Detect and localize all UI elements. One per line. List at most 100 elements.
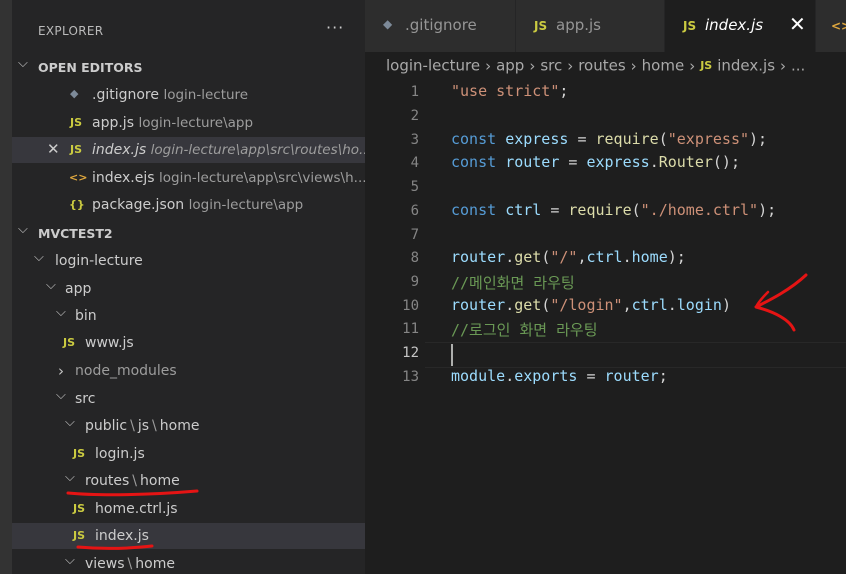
tree-file-index-js[interactable]: JS index.js xyxy=(12,523,365,549)
line-number: 10 xyxy=(402,298,419,314)
tree-folder-node-modules[interactable]: › node_modules xyxy=(12,358,365,384)
line-number: 13 xyxy=(402,369,419,385)
breadcrumb-item[interactable]: login-lecture xyxy=(386,57,480,75)
tree-file-www[interactable]: JS www.js xyxy=(12,330,365,356)
line-number: 11 xyxy=(402,321,419,337)
breadcrumb-item[interactable]: app xyxy=(496,57,524,75)
line-number: 1 xyxy=(410,84,419,100)
code-line: const express = require("express"); xyxy=(451,130,768,148)
open-editor-item-active[interactable]: ✕ JS index.js login-lecture\app\src\rout… xyxy=(12,137,365,163)
tree-folder-app[interactable]: ⌵ app xyxy=(12,276,365,302)
current-line-highlight xyxy=(425,342,846,368)
tree-folder-views-home[interactable]: ⌵ views \ home xyxy=(12,551,365,574)
open-editor-name: index.js xyxy=(92,142,147,158)
code-line: router.get("/login",ctrl.login) xyxy=(451,296,731,314)
chevron-right-icon: › xyxy=(780,56,787,75)
chevron-down-icon: ⌵ xyxy=(65,553,75,568)
open-editor-name: package.json xyxy=(92,197,185,213)
ejs-file-icon: <> xyxy=(69,171,88,184)
js-file-icon: JS xyxy=(73,529,86,542)
tab-gitignore[interactable]: ◆ .gitignore xyxy=(365,0,516,52)
tab-label: .gitignore xyxy=(405,16,477,34)
breadcrumb-item[interactable]: home xyxy=(642,57,685,75)
folder-label: bin xyxy=(75,308,97,324)
file-label: index.js xyxy=(95,528,149,544)
js-file-icon: JS xyxy=(683,19,697,33)
breadcrumb-more[interactable]: ... xyxy=(791,57,805,75)
tree-folder-public-js-home[interactable]: ⌵ public \ js \ home xyxy=(12,413,365,439)
chevron-down-icon: ⌵ xyxy=(34,250,44,265)
breadcrumb-item[interactable]: routes xyxy=(578,57,625,75)
chevron-down-icon: ⌵ xyxy=(18,222,28,237)
open-editor-item[interactable]: ◆ .gitignore login-lecture xyxy=(12,82,365,108)
tab-label: index.js xyxy=(705,16,764,34)
open-editors-section[interactable]: ⌵ OPEN EDITORS xyxy=(12,54,365,80)
tree-folder-bin[interactable]: ⌵ bin xyxy=(12,303,365,329)
open-editor-path: login-lecture\app\src\views\h... xyxy=(159,170,365,186)
explorer-sidebar: EXPLORER ··· ⌵ OPEN EDITORS ◆ .gitignore… xyxy=(12,0,365,574)
folder-label: login-lecture xyxy=(55,253,143,269)
chevron-right-icon: › xyxy=(485,56,492,75)
close-icon[interactable]: ✕ xyxy=(47,140,60,158)
tab-bar: ◆ .gitignore JS app.js JS index.js ✕ <> xyxy=(365,0,846,52)
js-file-icon: JS xyxy=(700,59,713,72)
open-editor-item[interactable]: <> index.ejs login-lecture\app\src\views… xyxy=(12,165,365,191)
breadcrumb-item[interactable]: src xyxy=(540,57,562,75)
folder-label: app xyxy=(65,281,92,297)
file-label: home.ctrl.js xyxy=(95,501,178,517)
code-line: //로그인 화면 라우팅 xyxy=(451,321,598,339)
open-editor-name: .gitignore xyxy=(92,87,159,103)
chevron-down-icon: ⌵ xyxy=(46,278,56,293)
tree-folder-routes-home[interactable]: ⌵ routes \ home xyxy=(12,468,365,494)
file-label: login.js xyxy=(95,446,145,462)
line-number: 9 xyxy=(410,274,419,290)
open-editor-item[interactable]: {} package.json login-lecture\app xyxy=(12,192,365,218)
tree-file-home-ctrl[interactable]: JS home.ctrl.js xyxy=(12,496,365,522)
tree-file-login-js[interactable]: JS login.js xyxy=(12,441,365,467)
close-icon[interactable]: ✕ xyxy=(789,12,806,36)
code-line: const router = express.Router(); xyxy=(451,153,740,171)
line-number: 6 xyxy=(410,203,419,219)
workspace-section[interactable]: ⌵ MVCTEST2 xyxy=(12,220,365,246)
git-file-icon: ◆ xyxy=(383,17,393,31)
open-editor-name: index.ejs xyxy=(92,170,155,186)
tab-index-js[interactable]: JS index.js ✕ xyxy=(665,0,816,52)
folder-label: home xyxy=(159,418,200,434)
explorer-title: EXPLORER xyxy=(38,24,104,38)
open-editors-label: OPEN EDITORS xyxy=(38,60,143,75)
js-file-icon: JS xyxy=(534,19,548,33)
code-line: "use strict"; xyxy=(451,82,569,100)
folder-label: routes xyxy=(85,473,130,489)
chevron-right-icon: › xyxy=(529,56,536,75)
breadcrumb: login-lecture › app › src › routes › home › JS inde… xyxy=(386,56,805,80)
breadcrumb-file[interactable]: index.js xyxy=(717,57,775,75)
folder-label: home xyxy=(135,556,175,572)
tree-folder-login-lecture[interactable]: ⌵ login-lecture xyxy=(12,248,365,274)
workspace-label: MVCTEST2 xyxy=(38,226,113,241)
folder-label: home xyxy=(140,473,180,489)
folder-label: public xyxy=(85,418,128,434)
tab-label: app.js xyxy=(556,16,601,34)
file-label: www.js xyxy=(85,335,134,351)
git-file-icon: ◆ xyxy=(70,87,79,100)
code-editor[interactable]: 1 2 3 4 5 6 7 8 9 10 11 12 13 "use stric… xyxy=(365,80,846,574)
more-actions-icon[interactable]: ··· xyxy=(326,18,344,37)
open-editor-name: app.js xyxy=(92,115,134,131)
js-file-icon: JS xyxy=(63,336,76,349)
open-editor-path: login-lecture\app xyxy=(188,197,304,213)
open-editor-item[interactable]: JS app.js login-lecture\app xyxy=(12,110,365,136)
line-number: 3 xyxy=(410,132,419,148)
line-number-current: 12 xyxy=(402,345,419,361)
chevron-down-icon: ⌵ xyxy=(56,305,66,320)
line-number: 5 xyxy=(410,179,419,195)
tab-app-js[interactable]: JS app.js xyxy=(516,0,665,52)
folder-label: src xyxy=(75,391,96,407)
chevron-right-icon: › xyxy=(630,56,637,75)
tab-index-ejs[interactable]: <> xyxy=(816,0,846,52)
open-editor-path: login-lecture xyxy=(163,87,249,103)
tree-folder-src[interactable]: ⌵ src xyxy=(12,386,365,412)
js-file-icon: JS xyxy=(70,116,83,129)
chevron-down-icon: ⌵ xyxy=(18,56,28,71)
line-number: 2 xyxy=(410,108,419,124)
code-line: module.exports = router; xyxy=(451,367,668,385)
